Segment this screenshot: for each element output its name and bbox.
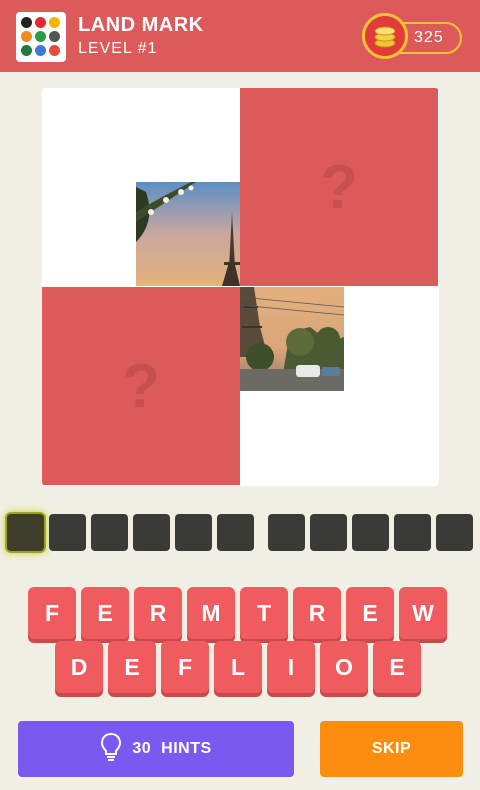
question-mark: ? [320,152,358,222]
answer-slot[interactable] [49,514,86,551]
top-bar: LAND MARK LEVEL #1 325 [0,0,480,72]
answer-slot[interactable] [133,514,170,551]
level-label: LEVEL #1 [78,40,158,57]
coin-count: 325 [414,29,444,46]
hints-button[interactable]: 30 HINTS [18,721,294,777]
landmark-photo-piece [240,287,344,391]
letter-key[interactable]: E [81,587,129,639]
coin-stack-icon[interactable] [362,13,408,59]
letter-key[interactable]: R [293,587,341,639]
lightbulb-icon [100,732,122,767]
hints-count: 30 [132,740,152,757]
letter-key[interactable]: T [240,587,288,639]
answer-slot[interactable] [352,514,389,551]
letter-key[interactable]: E [108,641,156,693]
letter-key[interactable]: O [320,641,368,693]
letter-key[interactable]: E [373,641,421,693]
hidden-tile[interactable]: ? [42,287,240,485]
landmark-photo-piece [136,182,240,286]
letter-key[interactable]: R [134,587,182,639]
answer-slot[interactable] [91,514,128,551]
letter-key[interactable]: M [187,587,235,639]
answer-slot[interactable] [436,514,473,551]
letter-key[interactable]: F [161,641,209,693]
hidden-tile[interactable]: ? [240,88,438,286]
letter-key[interactable]: L [214,641,262,693]
letter-key[interactable]: E [346,587,394,639]
logo-grid-icon[interactable] [16,12,66,62]
answer-slot[interactable] [268,514,305,551]
letter-key[interactable]: F [28,587,76,639]
letter-key[interactable]: I [267,641,315,693]
answer-slot[interactable] [394,514,431,551]
question-mark: ? [122,351,160,421]
letter-key[interactable]: D [55,641,103,693]
answer-slot[interactable] [7,514,44,551]
puzzle-board: ? ? [42,88,439,486]
answer-slot[interactable] [310,514,347,551]
skip-label: SKIP [371,740,412,757]
letter-key[interactable]: W [399,587,447,639]
answer-slot[interactable] [175,514,212,551]
skip-button[interactable]: SKIP [320,721,463,777]
answer-slot[interactable] [217,514,254,551]
hints-label: HINTS [161,740,212,757]
game-title: LAND MARK [78,14,204,36]
